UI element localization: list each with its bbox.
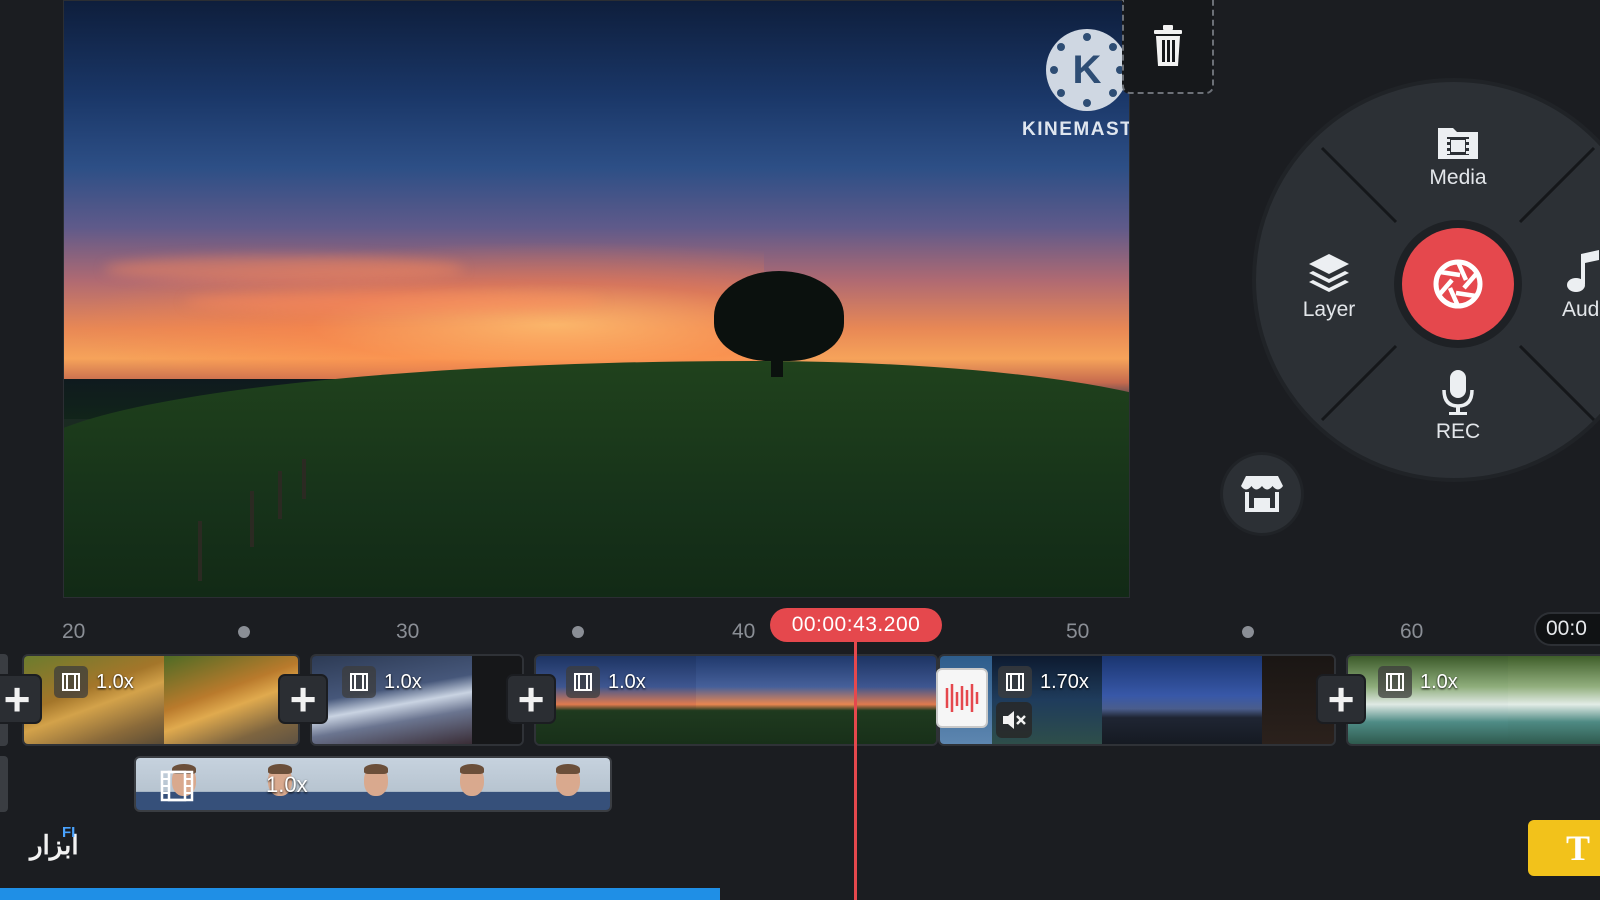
kinemaster-logo-icon: K (1046, 29, 1128, 111)
logo-text: KINEMASTER (1022, 119, 1129, 140)
asset-store-button[interactable] (1220, 452, 1304, 536)
cloud (184, 291, 604, 313)
watermark-badge: FI (62, 824, 76, 841)
layer-video-clip[interactable]: 1.0x (134, 756, 612, 812)
film-icon (998, 666, 1032, 698)
grass-hill (64, 361, 1129, 597)
media-label: Media (1429, 166, 1487, 189)
film-icon (160, 770, 194, 802)
clip-speed-badge: 1.0x (342, 666, 422, 698)
plus-icon: + (3, 673, 31, 725)
text-icon: T (1566, 828, 1591, 868)
clip-speed-badge: 1.70x (998, 666, 1089, 698)
clip-speed-badge: 1.0x (566, 666, 646, 698)
record-camera-button[interactable] (1394, 220, 1522, 348)
film-icon (1378, 666, 1412, 698)
playhead[interactable] (854, 640, 857, 900)
clip-speed: 1.70x (1040, 670, 1089, 693)
plus-icon: + (1327, 673, 1355, 725)
project-progress-bar (0, 888, 720, 900)
film-icon (54, 666, 88, 698)
ruler-dot (572, 626, 584, 638)
fence-post (278, 471, 282, 519)
clip-edge (0, 756, 8, 812)
media-button[interactable]: Media (1403, 122, 1513, 190)
plus-icon: + (517, 673, 545, 725)
plus-icon: + (289, 673, 317, 725)
ruler-label: 20 (62, 620, 86, 643)
microphone-icon (1442, 370, 1474, 415)
site-watermark: ابزار FI (30, 824, 79, 861)
transition-wave-icon (945, 684, 979, 712)
clip-speed: 1.0x (384, 670, 422, 693)
add-clip-button[interactable]: + (506, 674, 556, 724)
kinemaster-editor: K KINEMASTER (0, 0, 1600, 900)
video-preview[interactable]: K KINEMASTER (63, 0, 1130, 598)
speaker-muted-icon (1003, 711, 1026, 729)
kinemaster-watermark: K KINEMASTER (1022, 29, 1129, 141)
layers-icon (1309, 254, 1349, 292)
layer-label: Layer (1302, 298, 1356, 321)
cloud (104, 256, 464, 282)
ruler-label: 40 (732, 620, 756, 643)
end-time: 00:0 (1534, 612, 1600, 646)
clip-speed-badge: 1.0x (1378, 666, 1458, 698)
ruler-label: 50 (1066, 620, 1090, 643)
ruler-label: 60 (1400, 620, 1424, 643)
video-clip[interactable]: 1.0x (1346, 654, 1600, 746)
logo-letter: K (1072, 47, 1102, 92)
media-wheel: Media Layer Audi REC (1252, 78, 1600, 482)
video-clip[interactable]: 1.0x (22, 654, 300, 746)
add-clip-button[interactable]: + (278, 674, 328, 724)
clip-speed-badge: 1.0x (54, 666, 134, 698)
fence-post (198, 521, 202, 581)
mute-indicator[interactable] (996, 702, 1032, 738)
audio-label: Audi (1561, 298, 1600, 321)
clip-speed: 1.0x (96, 670, 134, 693)
music-note-icon (1567, 250, 1599, 292)
ruler-dot (238, 626, 250, 638)
transition-button[interactable] (936, 668, 988, 728)
clip-speed: 1.0x (608, 670, 646, 693)
add-clip-button[interactable]: + (1316, 674, 1366, 724)
film-icon (342, 666, 376, 698)
camera-shutter-icon (1433, 259, 1483, 309)
fence-post (250, 491, 254, 547)
store-icon (1241, 476, 1283, 512)
video-clip[interactable]: 1.0x (534, 654, 938, 746)
audio-button[interactable]: Audi (1528, 250, 1600, 322)
video-clip[interactable]: 1.0x (310, 654, 524, 746)
fence-post (302, 459, 306, 499)
film-icon (566, 666, 600, 698)
add-clip-button[interactable]: + (0, 674, 42, 724)
current-time: 00:00:43.200 (770, 608, 942, 642)
ruler-dot (1242, 626, 1254, 638)
layer-clip-speed: 1.0x (266, 772, 308, 797)
layer-button[interactable]: Layer (1274, 250, 1384, 322)
rec-label: REC (1435, 420, 1481, 443)
text-layer-button[interactable]: T (1528, 820, 1600, 876)
delete-button[interactable] (1122, 0, 1214, 94)
clip-speed: 1.0x (1420, 670, 1458, 693)
trash-icon (1154, 25, 1182, 66)
rec-button[interactable]: REC (1403, 368, 1513, 444)
tree-silhouette (714, 271, 844, 361)
ruler-label: 30 (396, 620, 420, 643)
media-icon (1438, 128, 1478, 159)
